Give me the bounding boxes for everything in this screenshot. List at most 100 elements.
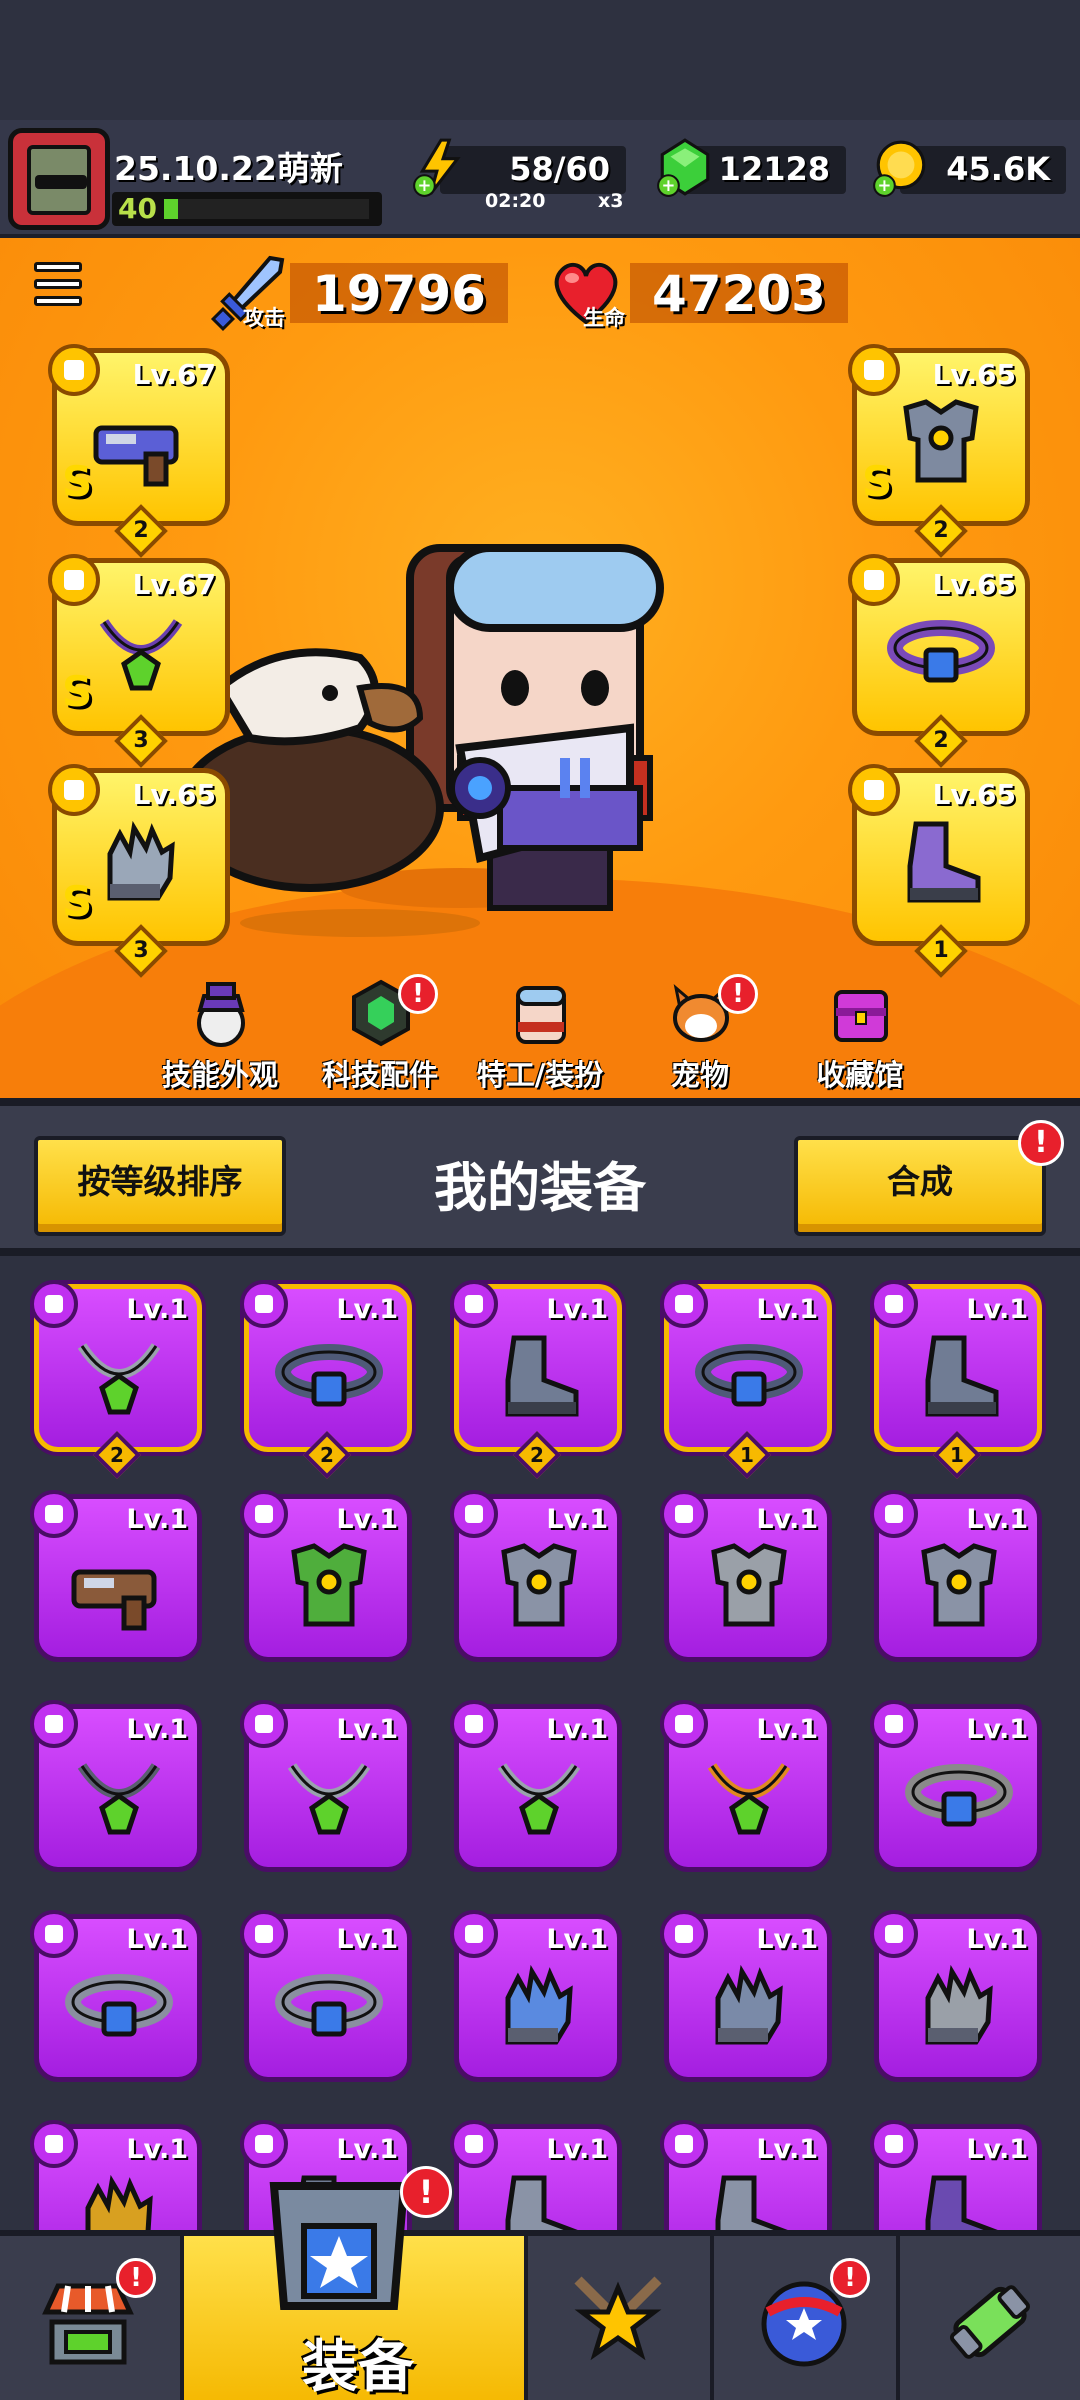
nav-collection[interactable]: 收藏馆 (780, 978, 940, 1098)
menu-list-icon[interactable] (34, 260, 84, 310)
hero-feature-nav: 技能外观 ! 科技配件 特工/装扮 ! 宠物 收藏馆 (140, 974, 940, 1098)
gems-counter[interactable]: + 12128 (657, 138, 846, 197)
energy-counter[interactable]: + 58/60 (413, 138, 626, 197)
equipment-armor-icon (269, 2182, 409, 2310)
equipment-inventory-grid[interactable]: Lv.1 2 Lv.1 2 Lv.1 2 Lv.1 1 Lv.1 1 Lv.1 … (0, 1256, 1080, 2230)
nav-label: 科技配件 (321, 1058, 438, 1092)
equipped-slot-boots[interactable]: Lv.65 1 (848, 764, 1030, 978)
inventory-item-necklace[interactable]: Lv.1 (240, 1700, 412, 1872)
inventory-item-belt[interactable]: Lv.1 1 (660, 1280, 832, 1480)
inventory-item-armor[interactable]: Lv.1 (870, 1490, 1042, 1662)
equipped-slot-weapon[interactable]: Lv.67 S 2 (48, 344, 230, 558)
gloves-icon (85, 2174, 153, 2230)
nav-tech-parts[interactable]: ! 科技配件 (300, 974, 460, 1098)
inventory-item-belt[interactable]: Lv.1 2 (240, 1280, 412, 1480)
player-level-box: 40 (112, 192, 382, 226)
player-avatar[interactable] (8, 128, 110, 230)
inventory-item-belt[interactable]: Lv.1 (870, 1700, 1042, 1872)
boots-icon (505, 2175, 578, 2230)
gloves-icon (715, 1964, 783, 2045)
stack-count: 1 (933, 938, 949, 963)
nav-agent-costume[interactable]: 特工/装扮 (460, 978, 620, 1098)
inventory-item-gloves[interactable]: Lv.1 (30, 2120, 202, 2230)
slot-level: Lv.65 (932, 778, 1016, 811)
armor-icon (921, 1543, 997, 1627)
bottom-nav-challenge[interactable]: ! (714, 2236, 900, 2400)
inventory-item-boots[interactable]: Lv.1 (660, 2120, 832, 2230)
inventory-item-armor[interactable]: Lv.1 (450, 1490, 622, 1662)
armor-type-icon (848, 344, 900, 396)
item-level: Lv.1 (336, 1294, 398, 1325)
inventory-item-armor[interactable]: Lv.1 (240, 1490, 412, 1662)
dna-capsule-icon (949, 2285, 1031, 2359)
equipped-slot-armor[interactable]: Lv.65 S 2 (848, 344, 1030, 558)
my-equipment-header: 按等级排序 我的装备 合成 ! (0, 1098, 1080, 1256)
rank-badge: S (62, 457, 93, 506)
player-name: 25.10.22萌新 (114, 149, 343, 188)
svg-text:+: + (418, 176, 432, 195)
bottom-nav-evolve[interactable] (900, 2236, 1080, 2400)
item-level: Lv.1 (546, 1504, 608, 1535)
inventory-item-boots[interactable]: Lv.1 2 (450, 1280, 622, 1480)
armor-type-icon (660, 1490, 708, 1538)
belt-icon (275, 1974, 383, 2037)
bottom-nav-battle[interactable] (528, 2236, 714, 2400)
armor-icon (501, 1543, 577, 1627)
gold-counter[interactable]: + 45.6K (873, 140, 1066, 197)
sort-by-level-button[interactable]: 按等级排序 (34, 1136, 286, 1236)
boots-icon (925, 1335, 999, 1417)
inventory-item-gloves[interactable]: Lv.1 (660, 1910, 832, 2082)
svg-text:+: + (878, 176, 892, 195)
equipped-slot-gloves[interactable]: Lv.65 S 3 (48, 764, 230, 978)
equipped-slot-necklace[interactable]: Lv.67 S 3 (48, 554, 230, 768)
gloves-icon (925, 1964, 993, 2045)
nav-skill-appearance[interactable]: 技能外观 (140, 978, 300, 1098)
inventory-item-necklace[interactable]: Lv.1 2 (30, 1280, 202, 1480)
necklace-type-icon (450, 1700, 498, 1748)
agent-character-illustration (176, 544, 664, 937)
weapon-icon (71, 1569, 157, 1631)
inventory-item-necklace[interactable]: Lv.1 (450, 1700, 622, 1872)
stack-count: 2 (133, 518, 149, 543)
inventory-item-boots[interactable]: Lv.1 (870, 2120, 1042, 2230)
inventory-item-boots[interactable]: Lv.1 (450, 2120, 622, 2230)
armor-type-icon (870, 1490, 918, 1538)
agent-costume-icon (516, 986, 566, 1044)
bottom-nav-equipment[interactable]: ! 装备 (184, 2166, 528, 2400)
gloves-type-icon (450, 1910, 498, 1958)
inventory-item-gloves[interactable]: Lv.1 (450, 1910, 622, 2082)
necklace-icon (497, 1763, 581, 1835)
inventory-item-weapon[interactable]: Lv.1 (30, 1490, 202, 1662)
necklace-icon (77, 1343, 161, 1415)
nav-pets[interactable]: ! 宠物 (620, 974, 780, 1098)
merge-button[interactable]: 合成 (794, 1136, 1046, 1236)
inventory-item-armor[interactable]: Lv.1 (660, 1490, 832, 1662)
pets-alert-icon: ! (718, 974, 758, 1014)
stack-count: 2 (933, 518, 949, 543)
inventory-item-necklace[interactable]: Lv.1 (30, 1700, 202, 1872)
item-level: Lv.1 (756, 1924, 818, 1955)
inventory-item-belt[interactable]: Lv.1 (240, 1910, 412, 2082)
attack-value: 19796 (312, 265, 486, 323)
bottom-nav-shop[interactable]: ! (0, 2236, 184, 2400)
item-level: Lv.1 (756, 1504, 818, 1535)
inventory-item-necklace[interactable]: Lv.1 (660, 1700, 832, 1872)
necklace-icon (287, 1763, 371, 1835)
equipped-slot-belt[interactable]: Lv.65 2 (848, 554, 1030, 768)
inventory-item-boots[interactable]: Lv.1 1 (870, 1280, 1042, 1480)
belt-icon (887, 620, 995, 683)
resource-top-bar: 25.10.22萌新 40 + 58/60 02:20 x3 + 12128 + (0, 120, 1080, 238)
item-level: Lv.1 (756, 1714, 818, 1745)
avatar-face-icon (27, 145, 91, 215)
energy-timer: 02:20 (485, 190, 546, 212)
green-gem-icon: + (657, 138, 710, 197)
gloves-type-icon (660, 1910, 708, 1958)
item-level: Lv.1 (966, 1504, 1028, 1535)
belt-type-icon (240, 1280, 288, 1328)
nav-label: 收藏馆 (816, 1058, 904, 1092)
inventory-item-belt[interactable]: Lv.1 (30, 1910, 202, 2082)
inventory-item-gloves[interactable]: Lv.1 (870, 1910, 1042, 2082)
item-level: Lv.1 (546, 1294, 608, 1325)
weapon-type-icon (48, 344, 100, 396)
bottom-navigation: ! ! 装备 ! (0, 2166, 1080, 2400)
